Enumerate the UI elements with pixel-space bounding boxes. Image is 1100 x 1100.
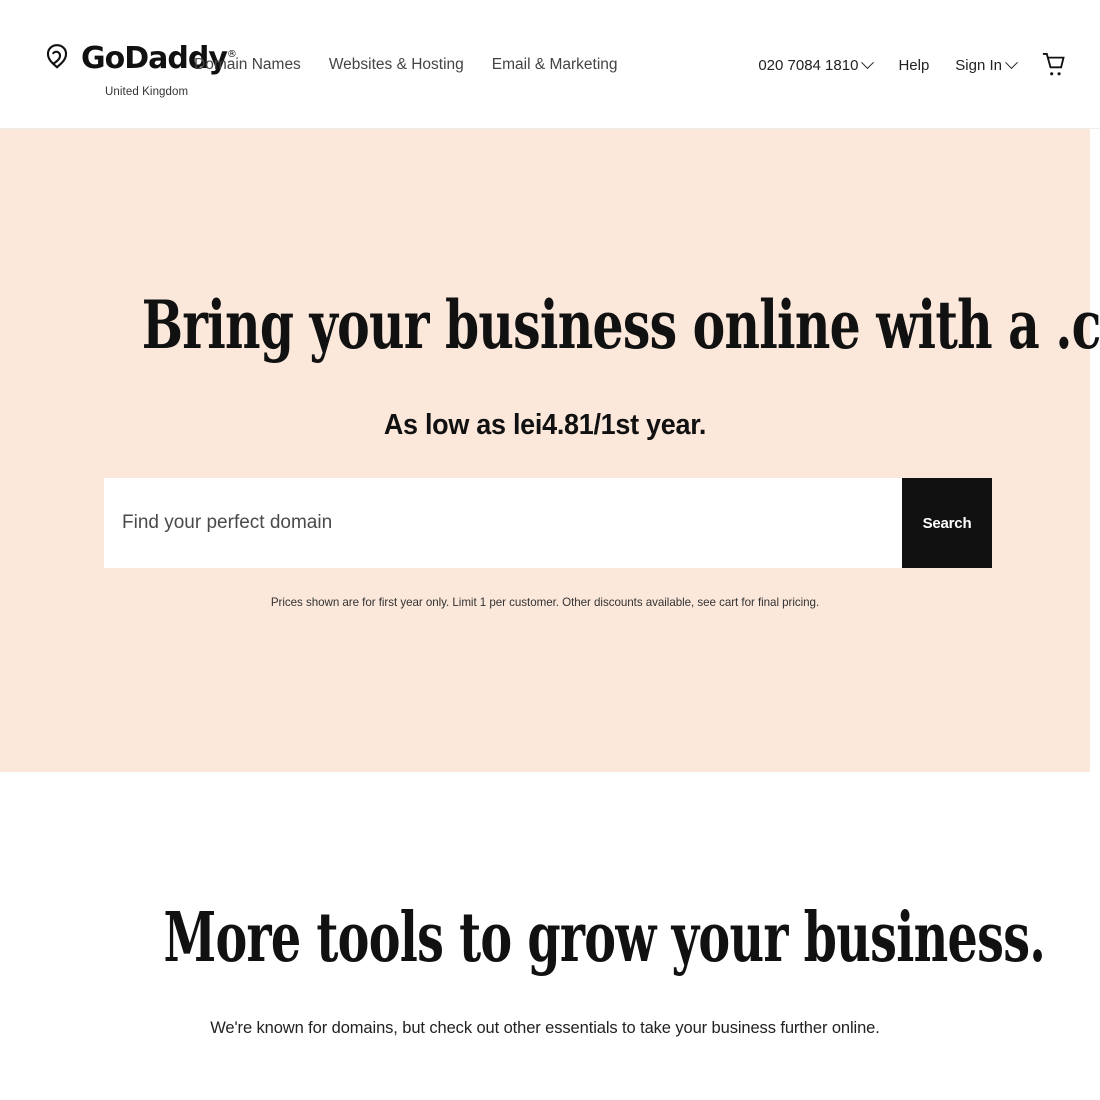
nav-item-domain-names[interactable]: Domain Names	[194, 56, 301, 74]
hero-fineprint: Prices shown are for first year only. Li…	[270, 596, 820, 609]
nav-item-email-marketing[interactable]: Email & Marketing	[492, 56, 618, 74]
utility-navigation: 020 7084 1810 Help Sign In	[758, 52, 1066, 78]
phone-number-label: 020 7084 1810	[758, 56, 859, 74]
chevron-down-icon	[1005, 55, 1018, 69]
more-tools-section: More tools to grow your business. We're …	[0, 772, 1100, 1100]
sign-in-dropdown[interactable]: Sign In	[955, 55, 1018, 74]
domain-search-button[interactable]: Search	[902, 478, 992, 568]
primary-navigation: Domain Names Websites & Hosting Email & …	[194, 56, 618, 74]
godaddy-heart-mark-icon	[40, 42, 74, 76]
more-tools-title: More tools to grow your business.	[163, 898, 1046, 978]
chevron-down-icon	[861, 55, 875, 69]
sign-in-label: Sign In	[955, 56, 1002, 74]
domain-search-input[interactable]	[104, 478, 902, 568]
shopping-cart-icon	[1042, 53, 1065, 76]
brand-locale: United Kingdom	[105, 86, 189, 98]
godaddy-homepage: GoDaddy® United Kingdom Domain Names Web…	[0, 0, 1100, 1100]
nav-item-websites-hosting[interactable]: Websites & Hosting	[329, 56, 464, 74]
domain-search-bar: Search	[104, 478, 992, 568]
hero-subtitle: As low as lei4.81/1st year.	[383, 409, 707, 441]
cart-button[interactable]	[1042, 52, 1066, 78]
help-label: Help	[898, 56, 930, 74]
hero-title: Bring your business online with a .com	[141, 286, 1100, 364]
help-link[interactable]: Help	[898, 57, 929, 74]
more-tools-subtitle: We're known for domains, but check out o…	[210, 1019, 880, 1037]
site-header: GoDaddy® United Kingdom Domain Names Web…	[0, 0, 1100, 129]
hero-section: Bring your business online with a .com A…	[0, 129, 1100, 772]
phone-number-dropdown[interactable]: 020 7084 1810	[758, 55, 875, 74]
